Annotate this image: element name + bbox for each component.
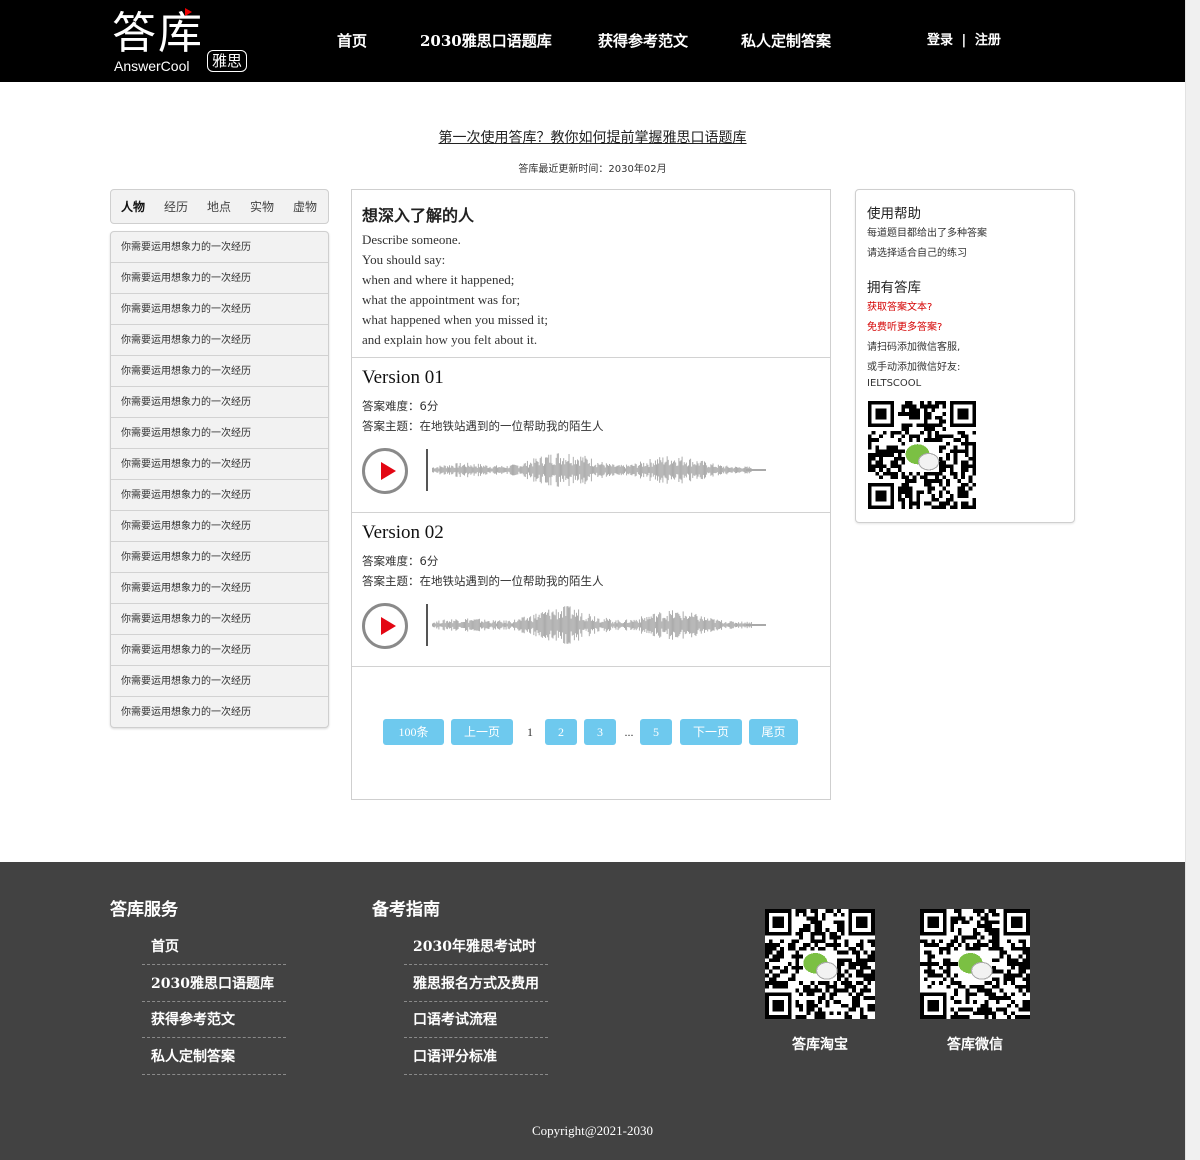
list-item[interactable]: 你需要运用想象力的一次经历 xyxy=(111,356,328,387)
register-link[interactable]: 注册 xyxy=(975,33,1001,48)
footer-link-registration[interactable]: 雅思报名方式及费用 xyxy=(404,966,548,1002)
list-item[interactable]: 你需要运用想象力的一次经历 xyxy=(111,573,328,604)
page-2-button[interactable]: 2 xyxy=(545,719,577,745)
version-meta: 答案难度：6分 答案主题：在地铁站遇到的一位帮助我的陌生人 xyxy=(362,396,604,436)
list-item[interactable]: 你需要运用想象力的一次经历 xyxy=(111,232,328,263)
list-item[interactable]: 你需要运用想象力的一次经历 xyxy=(111,666,328,697)
page-last-button[interactable]: 尾页 xyxy=(749,719,798,745)
tab-experience[interactable]: 经历 xyxy=(164,190,188,225)
version-meta: 答案难度：6分 答案主题：在地铁站遇到的一位帮助我的陌生人 xyxy=(362,551,604,591)
taobao-qr-code xyxy=(765,909,875,1019)
login-link[interactable]: 登录 xyxy=(927,33,953,48)
list-item[interactable]: 你需要运用想象力的一次经历 xyxy=(111,511,328,542)
nav-question-bank[interactable]: 2030雅思口语题库 xyxy=(420,0,552,82)
footer-services-title: 答库服务 xyxy=(110,900,178,920)
wechat-qr-caption: 答库微信 xyxy=(947,1037,1003,1053)
wechat-qr-code xyxy=(868,401,976,509)
footer-link-sample-essays[interactable]: 获得参考范文 xyxy=(142,1002,286,1038)
play-button[interactable] xyxy=(362,603,408,649)
list-item[interactable]: 你需要运用想象力的一次经历 xyxy=(111,263,328,294)
prompt-line: Describe someone. xyxy=(362,232,461,247)
answer-difficulty: 答案难度：6分 xyxy=(362,554,439,568)
auth-links: 登录 | 注册 xyxy=(927,0,1001,82)
footer-link-scoring[interactable]: 口语评分标准 xyxy=(404,1039,548,1075)
audio-waveform[interactable] xyxy=(426,604,768,646)
own-bank-title: 拥有答库 xyxy=(867,280,921,296)
footer-link-speaking-process[interactable]: 口语考试流程 xyxy=(404,1002,548,1038)
last-update-time: 答库最近更新时间：2030年02月 xyxy=(518,164,667,175)
site-logo[interactable]: 答库 AnswerCool 雅思 xyxy=(112,8,252,76)
wechat-id: IELTSCOOL xyxy=(867,378,922,389)
audio-waveform[interactable] xyxy=(426,449,768,491)
page-next-button[interactable]: 下一页 xyxy=(680,719,742,745)
divider xyxy=(352,512,830,513)
version-title: Version 02 xyxy=(362,522,444,543)
page-current: 1 xyxy=(527,725,533,739)
logo-badge: 雅思 xyxy=(207,50,248,72)
footer-link-exam-dates[interactable]: 2030年雅思考试时 xyxy=(404,929,548,965)
site-footer: 答库服务 首页 2030雅思口语题库 获得参考范文 私人定制答案 备考指南 20… xyxy=(0,862,1185,1160)
top-navbar: 答库 AnswerCool 雅思 首页 2030雅思口语题库 获得参考范文 私人… xyxy=(0,0,1185,82)
nav-home[interactable]: 首页 xyxy=(337,0,367,82)
help-text: 或手动添加微信好友: xyxy=(867,362,961,373)
answer-topic: 答案主题：在地铁站遇到的一位帮助我的陌生人 xyxy=(362,574,604,588)
question-prompt: Describe someone. You should say: when a… xyxy=(362,230,548,350)
wechat-footer-qr-code xyxy=(920,909,1030,1019)
list-item[interactable]: 你需要运用想象力的一次经历 xyxy=(111,294,328,325)
divider xyxy=(352,357,830,358)
list-item[interactable]: 你需要运用想象力的一次经历 xyxy=(111,449,328,480)
nav-sample-essays[interactable]: 获得参考范文 xyxy=(598,0,688,82)
tab-people[interactable]: 人物 xyxy=(121,190,145,225)
tab-abstract[interactable]: 虚物 xyxy=(293,190,317,225)
copyright: Copyright@2021-2030 xyxy=(531,1123,654,1138)
list-item[interactable]: 你需要运用想象力的一次经历 xyxy=(111,635,328,666)
prompt-line: You should say: xyxy=(362,252,446,267)
help-text: 请选择适合自己的练习 xyxy=(867,248,967,259)
prompt-line: when and where it happened; xyxy=(362,272,515,287)
help-text: 请扫码添加微信客服, xyxy=(867,342,961,353)
topic-list: 你需要运用想象力的一次经历 你需要运用想象力的一次经历 你需要运用想象力的一次经… xyxy=(110,231,329,728)
list-item[interactable]: 你需要运用想象力的一次经历 xyxy=(111,604,328,635)
list-item[interactable]: 你需要运用想象力的一次经历 xyxy=(111,480,328,511)
prompt-line: and explain how you felt about it. xyxy=(362,332,538,347)
question-panel: 想深入了解的人 Describe someone. You should say… xyxy=(351,189,831,800)
intro-guide-link[interactable]: 第一次使用答库？教你如何提前掌握雅思口语题库 xyxy=(0,127,1185,147)
page-3-button[interactable]: 3 xyxy=(584,719,616,745)
help-title: 使用帮助 xyxy=(867,206,921,222)
footer-guide-title: 备考指南 xyxy=(372,900,440,920)
get-text-link[interactable]: 获取答案文本? xyxy=(867,298,932,313)
list-item[interactable]: 你需要运用想象力的一次经历 xyxy=(111,387,328,418)
list-item[interactable]: 你需要运用想象力的一次经历 xyxy=(111,542,328,573)
play-button[interactable] xyxy=(362,448,408,494)
list-item[interactable]: 你需要运用想象力的一次经历 xyxy=(111,697,328,727)
tab-place[interactable]: 地点 xyxy=(207,190,231,225)
logo-english-text: AnswerCool xyxy=(114,58,190,74)
footer-link-question-bank[interactable]: 2030雅思口语题库 xyxy=(142,966,286,1002)
question-title: 想深入了解的人 xyxy=(362,206,475,225)
logo-accent-mark xyxy=(185,8,192,16)
list-item[interactable]: 你需要运用想象力的一次经历 xyxy=(111,325,328,356)
divider xyxy=(352,666,830,667)
page-5-button[interactable]: 5 xyxy=(640,719,672,745)
prompt-line: what the appointment was for; xyxy=(362,292,521,307)
footer-link-custom-answers[interactable]: 私人定制答案 xyxy=(142,1039,286,1075)
help-text: 每道题目都给出了多种答案 xyxy=(867,228,987,239)
answer-difficulty: 答案难度：6分 xyxy=(362,399,439,413)
page-scrollbar[interactable] xyxy=(1185,0,1200,1160)
free-listen-link[interactable]: 免费听更多答案? xyxy=(867,318,942,333)
tab-object[interactable]: 实物 xyxy=(250,190,274,225)
version-title: Version 01 xyxy=(362,367,444,388)
category-tabs: 人物 经历 地点 实物 虚物 xyxy=(110,189,329,224)
nav-custom-answers[interactable]: 私人定制答案 xyxy=(741,0,831,82)
taobao-qr-caption: 答库淘宝 xyxy=(792,1037,848,1053)
list-item[interactable]: 你需要运用想象力的一次经历 xyxy=(111,418,328,449)
auth-divider: | xyxy=(961,33,967,48)
answer-topic: 答案主题：在地铁站遇到的一位帮助我的陌生人 xyxy=(362,419,604,433)
prompt-line: what happened when you missed it; xyxy=(362,312,548,327)
footer-link-home[interactable]: 首页 xyxy=(142,929,286,965)
page-count[interactable]: 100条 xyxy=(383,719,444,745)
page-ellipsis: ... xyxy=(624,725,634,739)
help-box: 使用帮助 每道题目都给出了多种答案 请选择适合自己的练习 拥有答库 获取答案文本… xyxy=(855,189,1075,523)
page-prev-button[interactable]: 上一页 xyxy=(451,719,513,745)
